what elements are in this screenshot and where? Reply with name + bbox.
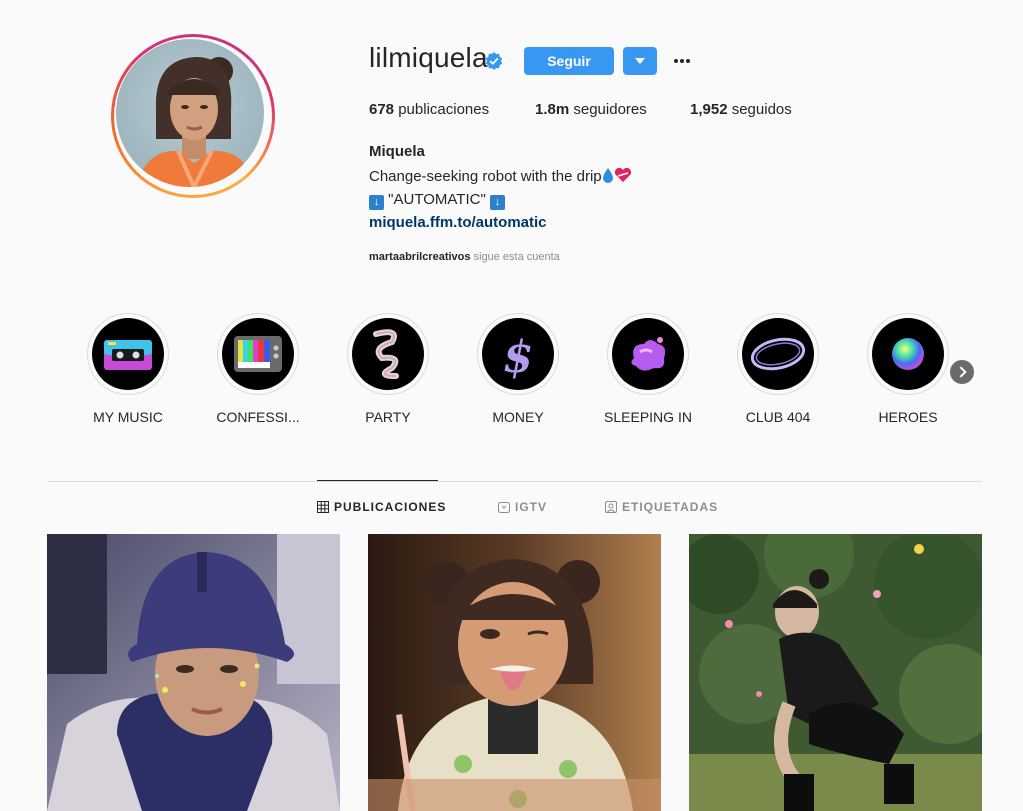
- grid-icon: [317, 501, 329, 513]
- igtv-icon: [498, 502, 510, 513]
- post-thumbnail[interactable]: [47, 534, 340, 811]
- down-arrow-emoji-icon: ↓: [489, 195, 505, 210]
- highlight-label: MY MUSIC: [93, 409, 163, 425]
- highlight-ring: [867, 313, 949, 395]
- blob-icon: [612, 318, 684, 390]
- following-count-label: seguidos: [731, 101, 792, 118]
- highlight-ring: [87, 313, 169, 395]
- bio-line-2-text: "AUTOMATIC": [388, 191, 486, 208]
- tabs-divider: [47, 481, 982, 482]
- orb-icon: [872, 318, 944, 390]
- tab-label: IGTV: [515, 500, 548, 514]
- down-arrow-emoji-icon: ↓: [369, 195, 384, 210]
- cassette-icon: [92, 318, 164, 390]
- highlight-label: CLUB 404: [745, 409, 811, 425]
- ring-icon: [742, 318, 814, 390]
- highlight-club-404[interactable]: CLUB 404: [723, 313, 833, 425]
- follow-button[interactable]: Seguir: [524, 47, 614, 75]
- following-link[interactable]: 1,952 seguidos: [690, 101, 792, 118]
- ribbon-icon: [352, 318, 424, 390]
- highlight-ring: [737, 313, 819, 395]
- droplet-emoji-icon: [602, 168, 613, 183]
- profile-avatar[interactable]: [111, 34, 275, 198]
- posts-count: 678 publicaciones: [369, 101, 489, 118]
- highlights-next-button[interactable]: [950, 360, 974, 384]
- tab-posts[interactable]: PUBLICACIONES: [317, 500, 446, 514]
- highlight-sleeping-in[interactable]: SLEEPING IN: [593, 313, 703, 425]
- ellipsis-icon-dot: [686, 59, 690, 63]
- bio-name: Miquela: [369, 143, 425, 160]
- suggested-dropdown-button[interactable]: [623, 47, 657, 75]
- dollar-icon: $: [482, 318, 554, 390]
- followed-by-account[interactable]: martaabrilcreativos: [369, 251, 471, 263]
- chevron-down-icon: [635, 58, 645, 64]
- mending-heart-emoji-icon: [614, 167, 631, 182]
- profile-username: lilmiquela: [369, 42, 488, 73]
- highlight-label: CONFESSI...: [216, 409, 300, 425]
- followers-count-label: seguidores: [573, 101, 647, 118]
- bio-external-link[interactable]: miquela.ffm.to/automatic: [369, 214, 547, 231]
- more-options-button[interactable]: [669, 48, 695, 74]
- highlight-ring: $: [477, 313, 559, 395]
- highlight-party[interactable]: PARTY: [333, 313, 443, 425]
- followed-by: martaabrilcreativos sigue esta cuenta: [369, 251, 560, 263]
- post-thumbnail[interactable]: [368, 534, 661, 811]
- bio-line-2: ↓ "AUTOMATIC" ↓: [369, 191, 505, 210]
- tv-icon: [222, 318, 294, 390]
- post-image: [689, 534, 982, 811]
- post-thumbnail[interactable]: [689, 534, 982, 811]
- followers-count-value: 1.8m: [535, 101, 570, 118]
- highlight-ring: [607, 313, 689, 395]
- tab-tagged[interactable]: ETIQUETADAS: [605, 500, 718, 514]
- highlight-ring: [347, 313, 429, 395]
- avatar-photo: [116, 39, 264, 187]
- ellipsis-icon: [674, 59, 678, 63]
- tab-label: PUBLICACIONES: [334, 500, 447, 514]
- highlight-label: SLEEPING IN: [604, 409, 692, 425]
- ellipsis-icon-dot: [680, 59, 684, 63]
- highlight-label: PARTY: [365, 409, 411, 425]
- followed-by-text: sigue esta cuenta: [473, 251, 560, 263]
- svg-text:$: $: [503, 332, 534, 383]
- highlight-confessions[interactable]: CONFESSI...: [203, 313, 313, 425]
- chevron-right-icon: [955, 366, 967, 378]
- highlight-my-music[interactable]: MY MUSIC: [73, 313, 183, 425]
- tagged-icon: [605, 501, 617, 513]
- posts-count-value: 678: [369, 101, 395, 118]
- posts-count-label: publicaciones: [398, 101, 490, 118]
- verified-badge-icon: [485, 52, 503, 70]
- highlight-heroes[interactable]: HEROES: [853, 313, 963, 425]
- highlight-label: HEROES: [878, 409, 938, 425]
- following-count-value: 1,952: [690, 101, 728, 118]
- followers-link[interactable]: 1.8m seguidores: [535, 101, 647, 118]
- tab-label: ETIQUETADAS: [622, 500, 719, 514]
- highlight-ring: [217, 313, 299, 395]
- active-tab-indicator: [317, 480, 438, 481]
- tab-igtv[interactable]: IGTV: [498, 500, 547, 514]
- bio-line-1-text: Change-seeking robot with the drip: [369, 168, 602, 185]
- highlight-label: MONEY: [492, 409, 544, 425]
- post-image: [368, 534, 661, 811]
- highlight-money[interactable]: $ MONEY: [463, 313, 573, 425]
- post-image: [47, 534, 340, 811]
- bio-line-1: Change-seeking robot with the drip: [369, 167, 632, 185]
